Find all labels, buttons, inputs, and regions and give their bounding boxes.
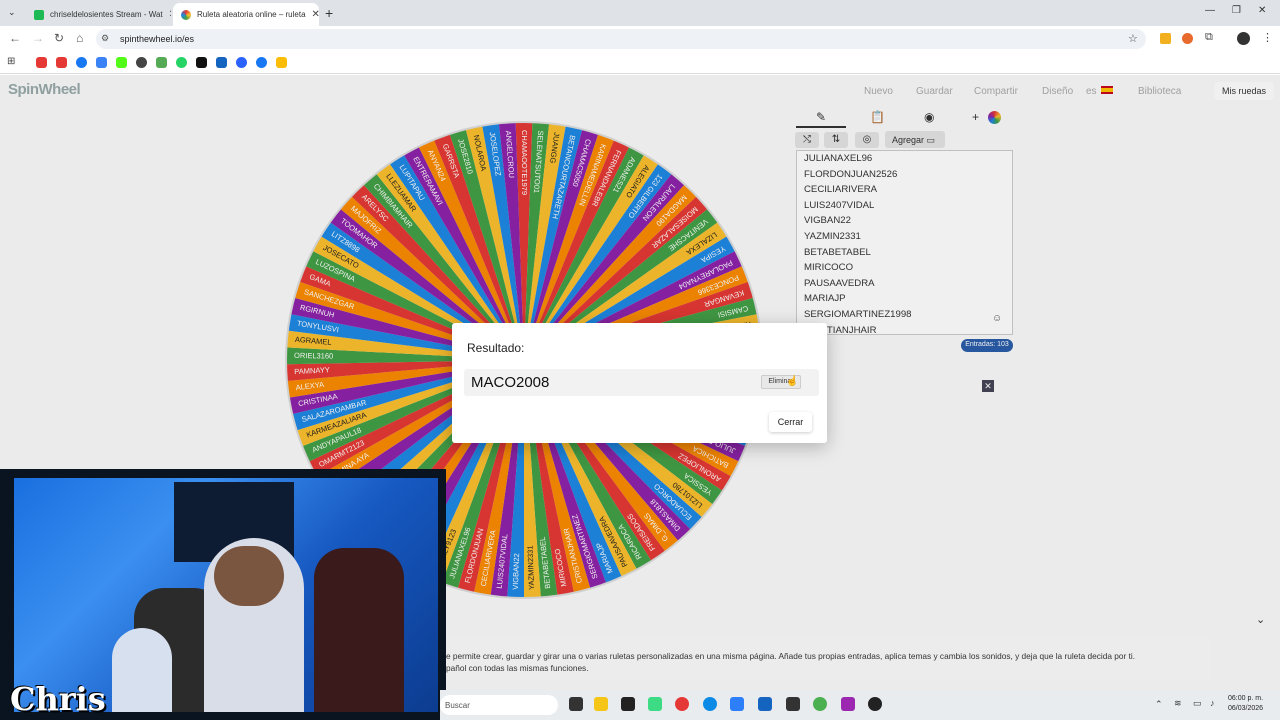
drive-bookmark-icon[interactable] [276,57,287,68]
apps-icon[interactable]: ⊞ [7,56,15,67]
bookmarks-bar [0,52,1280,74]
result-value: MACO2008 [471,374,550,391]
wheel-favicon-icon [181,9,191,20]
app-icon[interactable] [841,697,855,711]
site-info-icon[interactable]: ⚙ [101,33,109,44]
display-icon[interactable]: ▭ [1193,698,1202,709]
child [112,628,172,712]
mouse-cursor-icon: ☝ [786,376,799,387]
taskbar-search[interactable]: Buscar [440,695,558,715]
gaming-chair [314,548,404,712]
reload-icon[interactable]: ↻ [54,31,64,45]
menu-icon[interactable]: ⋮ [1262,31,1273,44]
tiktok-bookmark-icon[interactable] [196,57,207,68]
window-close-icon[interactable]: ✕ [1258,5,1266,16]
description-line: e permite crear, guardar y girar una o v… [446,651,1136,661]
kick-bookmark-icon[interactable] [116,57,127,68]
stream-favicon-icon [34,9,44,20]
app-icon[interactable] [621,697,635,711]
youtube-bookmark-icon[interactable] [36,57,47,68]
bookmark-icon[interactable] [216,57,227,68]
home-icon[interactable]: ⌂ [76,31,83,45]
dialog-title: Resultado: [467,341,525,355]
forward-icon[interactable]: → [32,31,44,45]
chrome-icon[interactable] [675,697,689,711]
extension-icon[interactable] [1182,33,1193,44]
network-icon[interactable]: ≋ [1174,698,1182,709]
tab-label: chriseldelosientes Stream - Wat [50,10,163,19]
person-face [214,546,284,606]
description-text: e permite crear, guardar y girar una o v… [440,636,1210,680]
bookmark-icon[interactable] [156,57,167,68]
chrome-active-icon[interactable] [813,697,827,711]
tab-ruleta[interactable]: Ruleta aleatoria online – ruleta ✕ [173,3,319,26]
bookmark-icon[interactable] [136,57,147,68]
streamer-name: Chris [10,680,106,718]
app-icon[interactable] [758,697,772,711]
facebook-bookmark-icon[interactable] [76,57,87,68]
tab-stream[interactable]: chriseldelosientes Stream - Wat ✕ [26,3,171,26]
task-view-icon[interactable] [569,697,583,711]
description-line: pañol con todas las mismas funciones. [446,663,589,673]
app-icon[interactable] [786,697,800,711]
extensions-puzzle-icon[interactable]: ⧉ [1205,31,1213,44]
obs-icon[interactable] [868,697,882,711]
edge-icon[interactable] [703,697,717,711]
chevron-down-icon[interactable]: ⌄ [1256,613,1265,626]
app-icon[interactable] [648,697,662,711]
extension-icon[interactable] [1160,33,1171,44]
youtube-bookmark-icon[interactable] [56,57,67,68]
bookmark-star-icon[interactable]: ☆ [1128,32,1138,45]
facebook-bookmark-icon[interactable] [256,57,267,68]
clock-time: 06:00 p. m. [1228,695,1264,702]
url-field[interactable]: spinthewheel.io/es [96,29,1146,49]
maximize-icon[interactable]: ❐ [1232,5,1241,16]
tab-search-icon[interactable]: ⌄ [8,7,16,18]
tab-label: Ruleta aleatoria online – ruleta [197,10,306,19]
whatsapp-bookmark-icon[interactable] [176,57,187,68]
close-button[interactable]: Cerrar [769,412,812,432]
url-text: spinthewheel.io/es [120,34,195,44]
bookmark-icon[interactable] [236,57,247,68]
avatar[interactable] [1237,32,1250,45]
system-clock[interactable]: 06:00 p. m. 06/03/2026 [1228,694,1263,714]
minimize-icon[interactable]: — [1205,5,1215,16]
tray-chevron-icon[interactable]: ⌃ [1155,699,1163,710]
file-explorer-icon[interactable] [594,697,608,711]
taskbar [440,690,1280,720]
clock-date: 06/03/2026 [1228,705,1264,712]
close-icon[interactable]: ✕ [163,9,171,20]
meta-bookmark-icon[interactable] [96,57,107,68]
new-tab-icon[interactable]: + [325,5,333,21]
volume-icon[interactable]: ♪ [1210,698,1215,708]
back-icon[interactable]: ← [9,31,21,45]
app-icon[interactable] [730,697,744,711]
webcam-feed [14,478,438,712]
close-icon[interactable]: ✕ [306,9,319,20]
